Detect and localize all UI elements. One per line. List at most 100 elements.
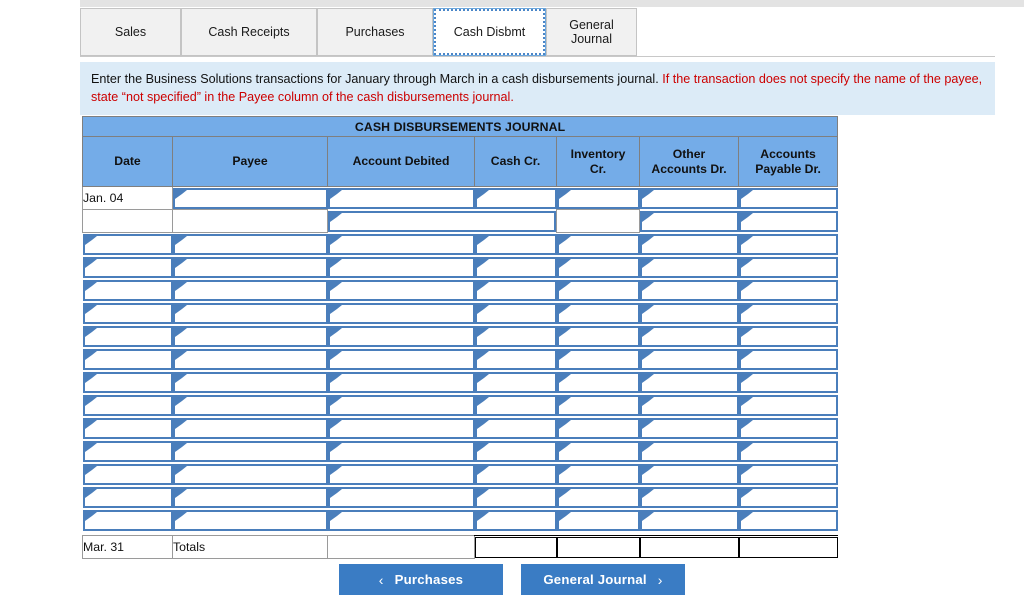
journal-input-account-debited-row-6[interactable] [327,302,475,324]
journal-input-account-debited-row-10[interactable] [327,394,475,416]
journal-cell-cash-cr[interactable] [474,232,557,256]
journal-cell-cash-cr[interactable] [474,393,557,417]
journal-cell-inventory-cr[interactable] [556,462,640,486]
journal-input-cash-cr-row-4[interactable] [474,256,557,278]
journal-input-payee-row-1[interactable] [173,187,328,209]
journal-cell-payee[interactable] [172,301,328,325]
journal-input-date-row-10[interactable] [82,394,173,416]
journal-cell-inventory-cr[interactable] [556,255,640,279]
journal-cell-date[interactable] [82,508,173,532]
journal-cell-accounts-payable-dr[interactable] [738,508,838,532]
journal-cell-date[interactable] [82,393,173,417]
journal-input-payee-row-13[interactable] [172,463,328,485]
journal-cell-inventory-cr[interactable] [556,186,640,210]
journal-cell-accounts-payable-dr[interactable] [738,324,838,348]
journal-cell-account-debited[interactable] [327,439,475,463]
journal-cell-cash-cr[interactable] [474,462,557,486]
journal-cell-account-debited[interactable] [327,370,475,394]
journal-cell-accounts-payable-dr[interactable] [738,462,838,486]
journal-input-account-debited-row-4[interactable] [327,256,475,278]
journal-cell-account-debited[interactable] [327,278,475,302]
journal-cell-other-accounts-dr[interactable] [639,370,739,394]
journal-cell-payee[interactable] [172,508,328,532]
journal-input-other-accounts-dr-row-4[interactable] [639,256,739,278]
journal-cell-other-accounts-dr[interactable] [639,347,739,371]
journal-cell-account-debited[interactable] [327,255,475,279]
totals-cell-other-accounts-dr[interactable] [639,535,739,559]
journal-cell-accounts-payable-dr[interactable] [738,439,838,463]
journal-input-cash-cr-row-3[interactable] [474,233,557,255]
journal-cell-other-accounts-dr[interactable] [639,324,739,348]
journal-cell-payee[interactable] [172,255,328,279]
journal-input-inventory-cr-row-7[interactable] [556,325,640,347]
journal-cell-date[interactable] [82,370,173,394]
journal-input-accounts-payable-dr-row-7[interactable] [738,325,838,347]
journal-cell-account-debited[interactable] [327,485,475,509]
journal-input-inventory-cr-row-12[interactable] [556,440,640,462]
journal-input-other-accounts-dr-row-1[interactable] [639,187,739,209]
journal-cell-cash-cr[interactable] [474,485,557,509]
journal-input-other-accounts-dr-row-9[interactable] [639,371,739,393]
journal-input-cash-cr-row-13[interactable] [474,463,557,485]
journal-input-accounts-payable-dr-row-13[interactable] [738,463,838,485]
journal-input-cash-cr-row-8[interactable] [474,348,557,370]
journal-cell-payee[interactable] [172,186,328,210]
journal-cell-date[interactable] [82,232,173,256]
journal-input-accounts-payable-dr-row-12[interactable] [738,440,838,462]
journal-input-date-row-3[interactable] [82,233,173,255]
journal-cell-accounts-payable-dr[interactable] [738,278,838,302]
journal-cell-cash-cr[interactable] [474,186,557,210]
journal-cell-other-accounts-dr[interactable] [639,508,739,532]
journal-input-accounts-payable-dr-row-1[interactable] [738,187,838,209]
journal-input-inventory-cr-row-1[interactable] [556,187,640,209]
journal-cell-date[interactable] [82,416,173,440]
tab-general-journal[interactable]: General Journal [546,8,637,56]
totals-cell-cash-cr[interactable] [474,535,557,559]
journal-cell-date[interactable] [82,485,173,509]
next-general-journal-button[interactable]: General Journal › [521,564,685,595]
journal-input-payee-row-6[interactable] [172,302,328,324]
journal-cell-inventory-cr[interactable] [556,278,640,302]
journal-input-account-debited-row-7[interactable] [327,325,475,347]
journal-input-accounts-payable-dr-row-11[interactable] [738,417,838,439]
journal-input-inventory-cr-row-6[interactable] [556,302,640,324]
journal-cell-cash-cr[interactable] [474,370,557,394]
journal-input-accounts-payable-dr-row-10[interactable] [738,394,838,416]
journal-input-other-accounts-dr-row-10[interactable] [639,394,739,416]
previous-purchases-button[interactable]: ‹ Purchases [339,564,503,595]
totals-cell-inventory-cr[interactable] [556,535,640,559]
journal-input-payee-row-15[interactable] [172,509,328,531]
journal-input-account-debited-row-2[interactable] [328,210,556,232]
journal-cell-inventory-cr[interactable] [556,324,640,348]
journal-input-date-row-13[interactable] [82,463,173,485]
journal-cell-account-debited[interactable] [327,186,475,210]
journal-input-cash-cr-row-12[interactable] [474,440,557,462]
journal-input-cash-cr-row-5[interactable] [474,279,557,301]
journal-input-account-debited-row-14[interactable] [327,486,475,508]
journal-cell-cash-cr[interactable] [474,278,557,302]
journal-cell-cash-cr[interactable] [474,347,557,371]
journal-cell-accounts-payable-dr[interactable] [738,232,838,256]
journal-cell-other-accounts-dr[interactable] [639,186,739,210]
journal-cell-account-debited[interactable] [327,324,475,348]
journal-cell-cash-cr[interactable] [474,301,557,325]
journal-input-inventory-cr-row-15[interactable] [556,509,640,531]
journal-cell-other-accounts-dr[interactable] [639,255,739,279]
tab-cash-disbmt[interactable]: Cash Disbmt [433,8,546,56]
journal-cell-inventory-cr[interactable] [556,370,640,394]
journal-input-other-accounts-dr-row-8[interactable] [639,348,739,370]
journal-input-other-accounts-dr-row-12[interactable] [639,440,739,462]
journal-cell-date[interactable] [82,462,173,486]
journal-input-cash-cr-row-7[interactable] [474,325,557,347]
journal-input-account-debited-row-12[interactable] [327,440,475,462]
journal-input-account-debited-row-11[interactable] [327,417,475,439]
journal-input-payee-row-8[interactable] [172,348,328,370]
journal-input-accounts-payable-dr-row-6[interactable] [738,302,838,324]
journal-input-other-accounts-dr-row-3[interactable] [639,233,739,255]
journal-input-cash-cr-row-9[interactable] [474,371,557,393]
journal-input-date-row-4[interactable] [82,256,173,278]
journal-input-other-accounts-dr-row-13[interactable] [639,463,739,485]
journal-input-inventory-cr-row-14[interactable] [556,486,640,508]
journal-input-accounts-payable-dr-row-15[interactable] [738,509,838,531]
totals-cell-accounts-payable-dr[interactable] [738,535,838,559]
